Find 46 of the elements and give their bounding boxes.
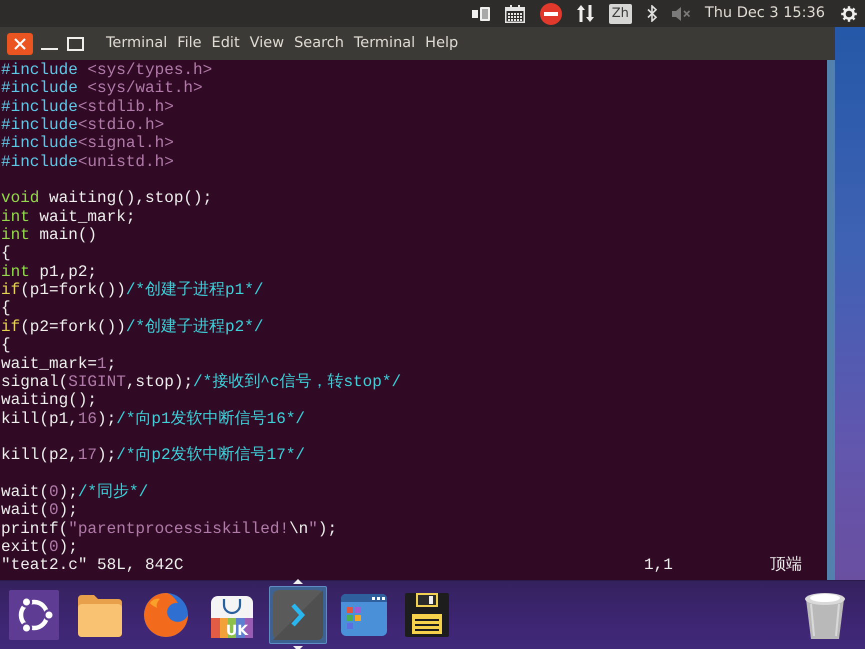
code-line: { (1, 336, 12, 354)
menu-item[interactable]: View (250, 32, 284, 54)
app-title: Terminal (106, 34, 168, 53)
code-line: #include<signal.h> (1, 134, 175, 153)
menu-item[interactable]: Edit (212, 32, 240, 54)
settings-icon[interactable] (840, 4, 858, 22)
code-line: printf("parentprocessiskilled!\n"); (1, 520, 338, 538)
scroll-position-text: 顶端 (770, 556, 803, 575)
code-line: waiting(); (1, 391, 98, 410)
code-line: void waiting(),stop(); (1, 189, 214, 208)
menu-item[interactable]: File (177, 32, 202, 54)
code-line: { (1, 299, 12, 318)
code-line: #include<stdio.h> (1, 116, 166, 134)
muted-speaker-icon[interactable] (672, 6, 690, 20)
close-button[interactable] (7, 32, 33, 54)
scrollbar[interactable] (827, 60, 835, 580)
bluetooth-icon[interactable] (646, 5, 657, 22)
menu-item[interactable]: Help (425, 32, 458, 54)
code-line: #include<stdlib.h> (1, 98, 175, 116)
code-line: int wait_mark; (1, 208, 136, 226)
file-info-text: "teat2.c" 58L, 842C (1, 556, 184, 575)
menu-item[interactable]: Terminal (354, 32, 416, 54)
code-line: int p1,p2; (1, 262, 98, 282)
no-entry-icon[interactable] (540, 2, 562, 24)
code-line: int main() (1, 226, 98, 244)
maximize-button[interactable] (67, 36, 84, 50)
code-line: kill(p1,16);/*向p1发软中断信号16*/ (1, 410, 306, 428)
network-arrows-icon[interactable] (576, 5, 594, 22)
code-line: #include<unistd.h> (1, 152, 175, 172)
code-line: kill(p2,17);/*向p2发软中断信号17*/ (1, 446, 306, 465)
code-line: #include <sys/wait.h> (1, 79, 204, 98)
menu-item[interactable]: Search (294, 32, 344, 54)
code-line: wait_mark=1; (1, 354, 118, 373)
code-line: exit(0); (1, 538, 79, 556)
input-method-indicator[interactable]: Zh (608, 4, 632, 24)
calendar-icon[interactable] (504, 4, 525, 22)
code-line: wait(0);/*同步*/ (1, 482, 150, 502)
code-line: signal(SIGINT,stop);/*接收到^c信号，转stop*/ (1, 372, 402, 392)
code-line: wait(0); (1, 501, 79, 520)
battery-icon[interactable] (472, 6, 490, 20)
clock-text[interactable]: Thu Dec 3 15:36 (704, 2, 825, 24)
code-line: { (1, 244, 12, 263)
cursor-position-text: 1,1 (644, 556, 674, 575)
code-line: if(p1=fork())/*创建子进程p1*/ (1, 281, 264, 300)
code-line: #include <sys/types.h> (1, 61, 214, 80)
code-line: if(p2=fork())/*创建子进程p2*/ (1, 318, 264, 336)
